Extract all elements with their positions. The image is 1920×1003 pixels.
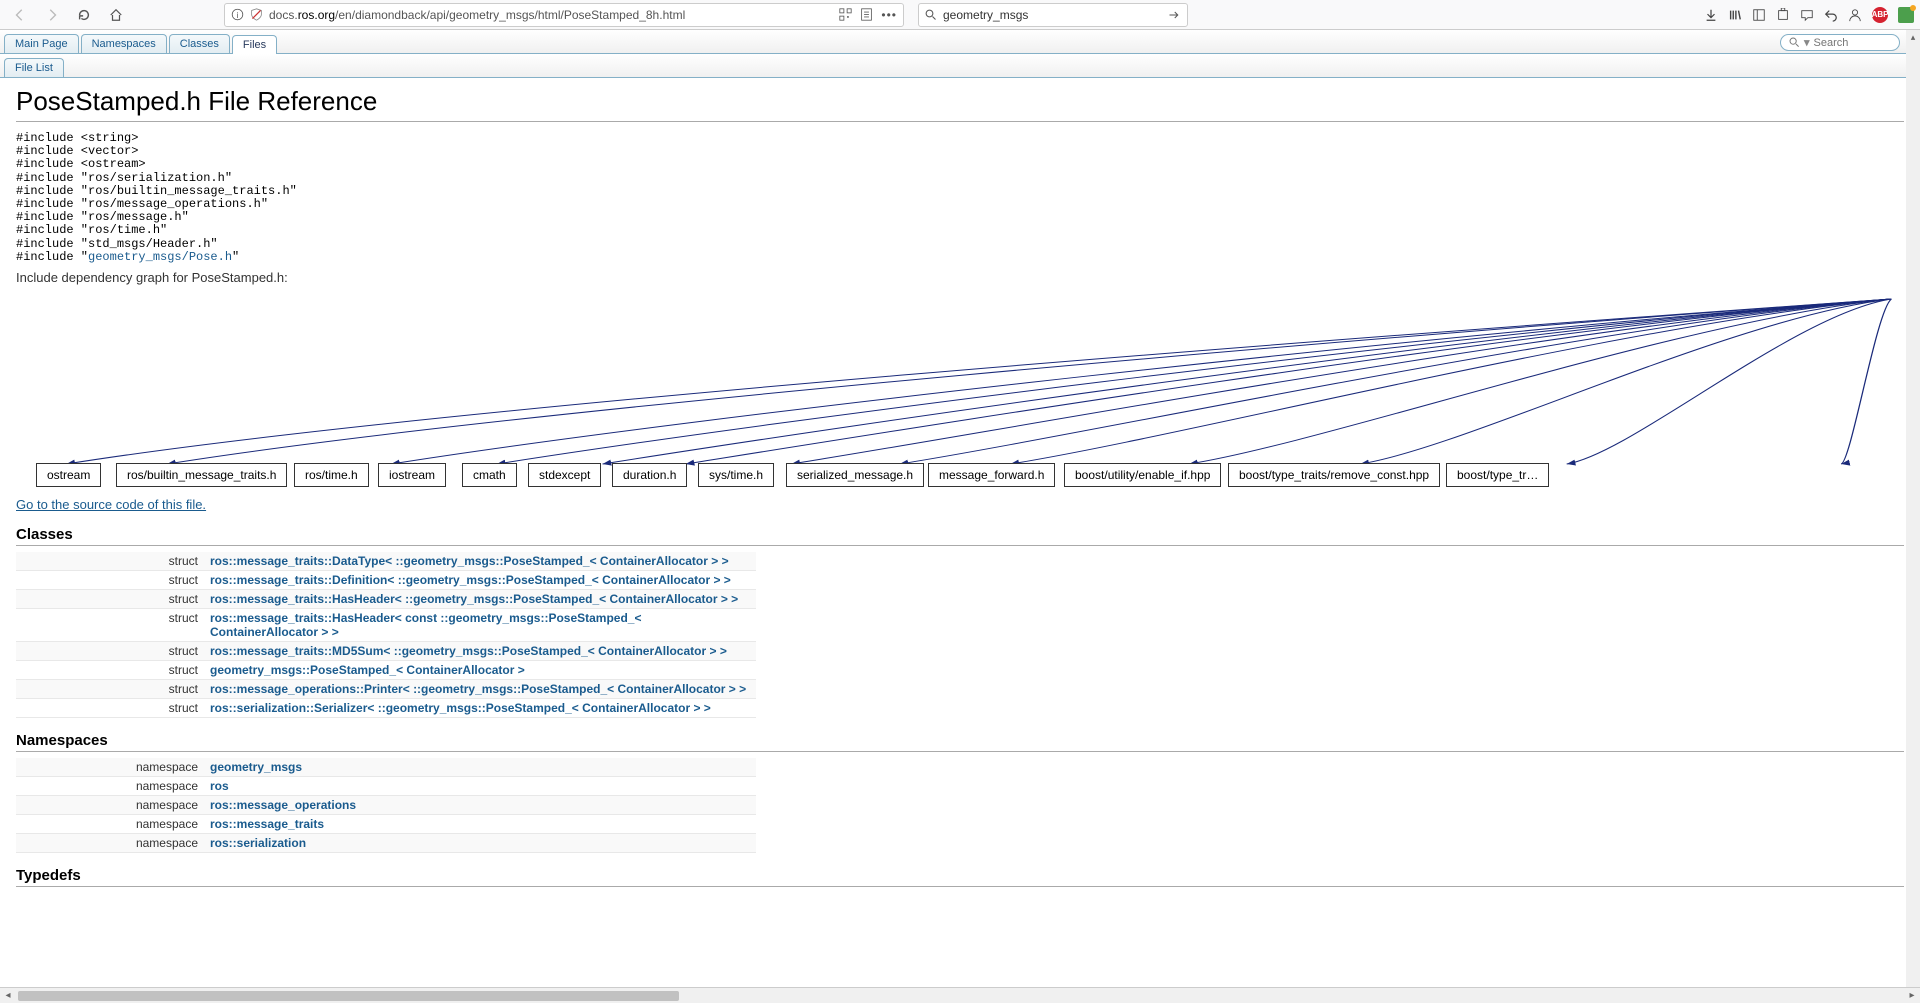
- table-row: structgeometry_msgs::PoseStamped_< Conta…: [16, 660, 756, 679]
- table-row: namespaceros::serialization: [16, 833, 756, 852]
- horizontal-scrollbar[interactable]: ◂▸: [0, 987, 1920, 1003]
- info-icon: i: [231, 8, 244, 21]
- member-link[interactable]: ros::message_traits::HasHeader< const ::…: [210, 611, 642, 639]
- vertical-scrollbar[interactable]: ▴: [1906, 30, 1920, 987]
- sub-tabs: File List: [0, 54, 1920, 78]
- member-link[interactable]: ros: [210, 779, 229, 793]
- doxygen-search-input[interactable]: [1814, 37, 1884, 49]
- includes-block: #include <string>#include <vector>#inclu…: [16, 132, 1904, 264]
- qr-icon[interactable]: [839, 8, 852, 21]
- back-button[interactable]: [6, 3, 34, 27]
- member-link[interactable]: ros::message_traits::HasHeader< ::geomet…: [210, 592, 738, 606]
- graph-node[interactable]: message_forward.h: [928, 463, 1055, 487]
- member-link[interactable]: ros::serialization: [210, 836, 306, 850]
- graph-node[interactable]: serialized_message.h: [786, 463, 924, 487]
- tab-classes[interactable]: Classes: [169, 34, 230, 53]
- browser-toolbar: i docs.ros.org/en/diamondback/api/geomet…: [0, 0, 1920, 30]
- graph-node[interactable]: ros/builtin_message_traits.h: [116, 463, 287, 487]
- graph-node[interactable]: iostream: [378, 463, 446, 487]
- sidebar-icon[interactable]: [1752, 8, 1766, 22]
- svg-text:i: i: [237, 11, 239, 20]
- table-row: structros::message_traits::DataType< ::g…: [16, 552, 756, 571]
- account-icon[interactable]: [1848, 8, 1862, 22]
- tab-main-page[interactable]: Main Page: [4, 34, 79, 53]
- member-link[interactable]: geometry_msgs::PoseStamped_< ContainerAl…: [210, 663, 525, 677]
- graph-node[interactable]: duration.h: [612, 463, 687, 487]
- tab-files[interactable]: Files: [232, 35, 277, 54]
- table-row: structros::message_traits::MD5Sum< ::geo…: [16, 641, 756, 660]
- namespaces-heading: Namespaces: [16, 732, 1904, 752]
- doxygen-search[interactable]: ▾: [1780, 34, 1900, 51]
- member-link[interactable]: ros::message_operations: [210, 798, 356, 812]
- table-row: namespaceros::message_operations: [16, 795, 756, 814]
- forward-button[interactable]: [38, 3, 66, 27]
- graph-node[interactable]: boost/type_traits/remove_const.hpp: [1228, 463, 1440, 487]
- table-row: structros::message_operations::Printer< …: [16, 679, 756, 698]
- member-link[interactable]: geometry_msgs: [210, 760, 302, 774]
- table-row: structros::message_traits::HasHeader< co…: [16, 608, 756, 641]
- graph-node[interactable]: boost/type_tr…: [1446, 463, 1549, 487]
- chat-icon[interactable]: [1800, 8, 1814, 22]
- go-arrow-icon[interactable]: [1167, 9, 1181, 21]
- tab-namespaces[interactable]: Namespaces: [81, 34, 167, 53]
- member-link[interactable]: ros::message_operations::Printer< ::geom…: [210, 682, 746, 696]
- main-tabs: Main PageNamespacesClassesFiles: [0, 30, 1920, 54]
- reload-button[interactable]: [70, 3, 98, 27]
- include-link[interactable]: geometry_msgs/Pose.h: [88, 250, 232, 264]
- download-icon[interactable]: [1704, 8, 1718, 22]
- graph-node[interactable]: ros/time.h: [294, 463, 369, 487]
- graph-node[interactable]: sys/time.h: [698, 463, 774, 487]
- abp-icon[interactable]: ABP: [1872, 7, 1888, 23]
- address-bar[interactable]: i docs.ros.org/en/diamondback/api/geomet…: [224, 3, 904, 27]
- classes-table: structros::message_traits::DataType< ::g…: [16, 552, 756, 718]
- search-icon: [925, 9, 937, 21]
- search-text: geometry_msgs: [943, 8, 1161, 22]
- graph-node[interactable]: stdexcept: [528, 463, 601, 487]
- library-icon[interactable]: [1728, 8, 1742, 22]
- dependency-graph: ostream ros/builtin_message_traits.h ros/t…: [16, 289, 1904, 489]
- typedefs-heading: Typedefs: [16, 867, 1904, 887]
- member-link[interactable]: ros::message_traits: [210, 817, 324, 831]
- member-link[interactable]: ros::message_traits::MD5Sum< ::geometry_…: [210, 644, 727, 658]
- search-icon: [1789, 37, 1800, 48]
- table-row: structros::message_traits::HasHeader< ::…: [16, 589, 756, 608]
- page-title: PoseStamped.h File Reference: [16, 86, 1904, 122]
- browser-search-bar[interactable]: geometry_msgs: [918, 3, 1188, 27]
- subtab-file-list[interactable]: File List: [4, 58, 64, 77]
- classes-heading: Classes: [16, 526, 1904, 546]
- member-link[interactable]: ros::message_traits::Definition< ::geome…: [210, 573, 731, 587]
- extension-badge-icon[interactable]: [1898, 7, 1914, 23]
- page-actions-icon[interactable]: •••: [881, 8, 897, 22]
- home-button[interactable]: [102, 3, 130, 27]
- namespaces-table: namespacegeometry_msgsnamespacerosnamesp…: [16, 758, 756, 853]
- graph-node[interactable]: ostream: [36, 463, 101, 487]
- table-row: structros::message_traits::Definition< :…: [16, 570, 756, 589]
- extension-icon[interactable]: [1776, 8, 1790, 22]
- table-row: namespaceros: [16, 776, 756, 795]
- reader-icon[interactable]: [860, 8, 873, 21]
- table-row: namespacegeometry_msgs: [16, 758, 756, 777]
- undo-icon[interactable]: [1824, 8, 1838, 22]
- member-link[interactable]: ros::serialization::Serializer< ::geomet…: [210, 701, 711, 715]
- graph-node[interactable]: cmath: [462, 463, 517, 487]
- table-row: structros::serialization::Serializer< ::…: [16, 698, 756, 717]
- shield-off-icon: [250, 8, 263, 21]
- graph-node[interactable]: boost/utility/enable_if.hpp: [1064, 463, 1221, 487]
- dependency-graph-label: Include dependency graph for PoseStamped…: [16, 270, 1904, 285]
- table-row: namespaceros::message_traits: [16, 814, 756, 833]
- source-code-link[interactable]: Go to the source code of this file.: [16, 497, 206, 512]
- url-text: docs.ros.org/en/diamondback/api/geometry…: [269, 8, 833, 22]
- member-link[interactable]: ros::message_traits::DataType< ::geometr…: [210, 554, 729, 568]
